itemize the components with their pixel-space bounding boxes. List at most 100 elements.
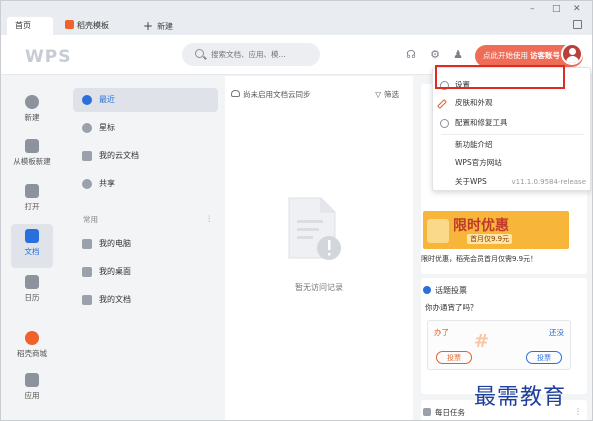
list-item-recent[interactable]: 最近	[73, 88, 218, 112]
promo-caption[interactable]: 限时优惠，稻壳会员首月仅需9.9元！	[421, 254, 537, 264]
new-tab-button[interactable]: + 新建	[143, 17, 173, 35]
list-item-starred[interactable]: 星标	[73, 116, 218, 140]
list-item-my-documents[interactable]: 我的文档	[73, 288, 218, 312]
nav-from-template[interactable]: 从模板新建	[1, 134, 63, 178]
apps-icon	[25, 373, 39, 387]
list-item-cloud-docs[interactable]: 我的云文档	[73, 144, 218, 168]
promo-decoration	[427, 219, 449, 243]
list-item-recent-label: 最近	[99, 95, 115, 104]
menu-official-site-label: WPS官方网站	[455, 158, 502, 167]
menu-item-official-site[interactable]: WPS官方网站	[433, 154, 592, 172]
list-item-starred-label: 星标	[99, 123, 115, 132]
wrench-icon	[440, 119, 449, 128]
cloud-icon	[231, 90, 240, 97]
menu-skin-label: 皮肤和外观	[455, 98, 493, 107]
shop-icon	[25, 331, 39, 345]
share-icon	[82, 179, 92, 189]
nav-calendar[interactable]: 日历	[1, 270, 63, 314]
nav-from-template-label: 从模板新建	[13, 157, 51, 166]
computer-icon	[82, 239, 92, 249]
filter-button[interactable]: ▽ 筛选	[375, 89, 399, 100]
brush-icon	[437, 99, 447, 109]
empty-state-text: 暂无访问记录	[295, 283, 343, 292]
tab-docer-label: 稻壳模板	[77, 21, 109, 30]
nav-documents[interactable]: 文档	[11, 224, 53, 268]
vote-title-text: 话题投票	[435, 286, 467, 295]
promo-price: 首月仅9.9元	[467, 234, 513, 244]
gear-icon[interactable]: ⚙	[429, 49, 441, 61]
nav-apps-label: 应用	[24, 391, 40, 400]
list-item-my-desktop-label: 我的桌面	[99, 267, 131, 276]
wps-logo: WPS	[25, 47, 72, 67]
docer-icon	[65, 20, 74, 29]
maximize-button[interactable]: □	[552, 4, 561, 14]
menu-about-label: 关于WPS	[455, 177, 487, 186]
plus-circle-icon	[25, 95, 39, 109]
vote-button-b[interactable]: 投票	[526, 351, 562, 364]
desktop-icon	[82, 267, 92, 277]
calendar-icon	[25, 275, 39, 289]
menu-config-label: 配置和修复工具	[455, 118, 508, 127]
menu-item-config-repair[interactable]: 配置和修复工具	[433, 114, 592, 132]
watermark: 最需教育	[474, 385, 567, 410]
wps-window: 首页 稻壳模板 +新建 – □ ✕ WPS ☊ ⚙ ♟ 点此开始使用访客账号 新…	[0, 0, 593, 421]
tablet-mode-icon[interactable]	[573, 20, 582, 29]
tab-home[interactable]: 首页	[7, 17, 53, 35]
nav-new-label: 新建	[24, 113, 40, 122]
nav-documents-label: 文档	[24, 247, 40, 256]
nav-calendar-label: 日历	[24, 293, 40, 302]
list-item-cloud-docs-label: 我的云文档	[99, 151, 139, 160]
filter-label: 筛选	[384, 90, 399, 99]
doc-locations-panel: 最近 星标 我的云文档 共享 常用 ⋮ 我的电脑 我的桌面 我的文档	[63, 76, 223, 420]
search-icon	[195, 49, 204, 58]
left-nav: 新建 从模板新建 打开 文档 日历 稻壳商城 应用	[1, 76, 63, 420]
vote-question: 你办通宵了吗？	[425, 303, 478, 312]
daily-task[interactable]: 每日任务	[423, 407, 465, 418]
vote-option-a: 办了	[434, 328, 449, 337]
list-item-my-computer[interactable]: 我的电脑	[73, 232, 218, 256]
tab-home-label: 首页	[15, 21, 31, 30]
daily-more-icon[interactable]: ⋮	[574, 407, 582, 416]
folder-icon	[82, 295, 92, 305]
title-bar: 首页 稻壳模板 + 新建 – □ ✕	[1, 1, 592, 35]
menu-item-skin[interactable]: 皮肤和外观	[433, 94, 592, 112]
vote-button-a[interactable]: 投票	[436, 351, 472, 364]
new-tab-label: 新建	[157, 22, 174, 31]
list-item-my-desktop[interactable]: 我的桌面	[73, 260, 218, 284]
menu-item-new-features[interactable]: 新功能介绍	[433, 136, 592, 154]
list-item-my-documents-label: 我的文档	[99, 295, 131, 304]
search-box[interactable]	[182, 43, 320, 66]
list-item-shared[interactable]: 共享	[73, 172, 218, 196]
promo-banner[interactable]: 限时优惠 首月仅9.9元	[423, 211, 569, 249]
visitor-account: 访客账号	[530, 51, 560, 60]
empty-document-icon	[288, 197, 341, 260]
minimize-button[interactable]: –	[530, 4, 535, 14]
close-button[interactable]: ✕	[573, 4, 581, 14]
plus-icon: +	[143, 19, 154, 33]
nav-open-label: 打开	[24, 202, 40, 211]
promo-title: 限时优惠	[453, 218, 509, 234]
headset-icon[interactable]: ☊	[405, 49, 417, 61]
clock-icon	[82, 95, 92, 105]
sync-tip[interactable]: 尚未启用文档云同步	[243, 89, 311, 100]
menu-item-about[interactable]: 关于WPS v11.1.0.9584-release	[433, 173, 592, 191]
trial-text: 点此开始使用	[483, 51, 528, 60]
search-input[interactable]	[211, 47, 311, 62]
menu-new-features-label: 新功能介绍	[455, 140, 493, 149]
skin-icon[interactable]: ♟	[452, 49, 464, 61]
tab-docer-templates[interactable]: 稻壳模板	[57, 17, 133, 35]
nav-new[interactable]: 新建	[1, 90, 63, 134]
avatar[interactable]	[561, 43, 583, 65]
nav-apps[interactable]: 应用	[1, 368, 63, 412]
nav-open[interactable]: 打开	[1, 179, 63, 223]
vote-hash-icon: #	[474, 331, 490, 352]
vote-option-b: 还没	[549, 328, 564, 337]
common-more-icon[interactable]: ⋮	[206, 214, 214, 223]
cloud-doc-icon	[82, 151, 92, 161]
folder-icon	[25, 184, 39, 198]
nav-docer-store-label: 稻壳商城	[17, 349, 47, 358]
filter-icon: ▽	[375, 90, 381, 99]
nav-docer-store[interactable]: 稻壳商城	[1, 326, 63, 370]
vote-title: 话题投票	[423, 285, 467, 296]
settings-highlight-box	[435, 65, 565, 89]
